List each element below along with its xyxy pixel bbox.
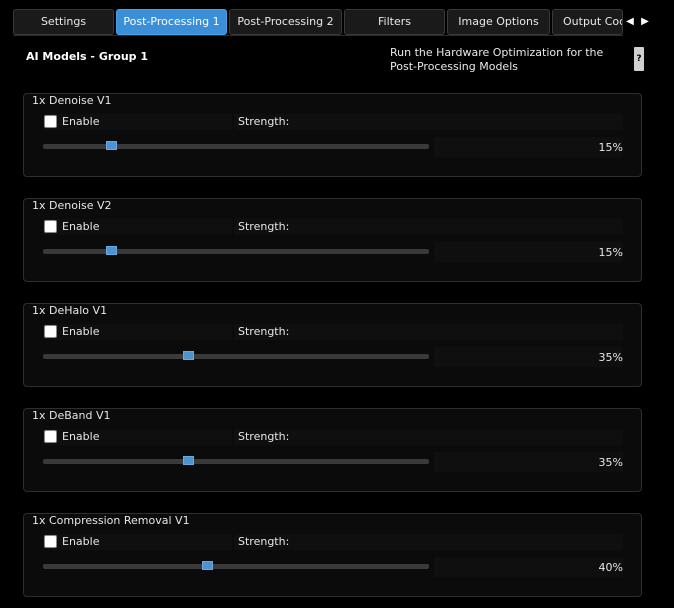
- model-panel: 1x DeBand V1 Enable Strength: 35%: [23, 408, 642, 492]
- strength-label: Strength:: [238, 325, 290, 338]
- strength-value-box: 40%: [434, 557, 623, 577]
- tab-post-processing-1[interactable]: Post-Processing 1: [116, 9, 227, 35]
- enable-checkbox[interactable]: [44, 220, 57, 233]
- slider-handle[interactable]: [106, 141, 117, 150]
- tab-settings[interactable]: Settings: [13, 9, 114, 35]
- enable-checkbox-row[interactable]: Enable: [43, 219, 232, 235]
- enable-label: Enable: [62, 325, 100, 338]
- tab-bar: Settings Post-Processing 1 Post-Processi…: [0, 0, 674, 40]
- strength-row: Strength:: [234, 114, 623, 130]
- group-title: AI Models - Group 1: [26, 50, 149, 63]
- tab-image-options[interactable]: Image Options: [447, 9, 550, 35]
- tab-output-codec[interactable]: Output Coc: [552, 9, 623, 35]
- enable-label: Enable: [62, 220, 100, 233]
- strength-row: Strength:: [234, 324, 623, 340]
- model-title: 1x Denoise V2: [32, 199, 112, 212]
- slider-track[interactable]: [43, 564, 429, 569]
- slider-track[interactable]: [43, 249, 429, 254]
- enable-checkbox[interactable]: [44, 535, 57, 548]
- enable-checkbox-row[interactable]: Enable: [43, 534, 232, 550]
- strength-slider[interactable]: [43, 137, 429, 155]
- strength-label: Strength:: [238, 535, 290, 548]
- hardware-optimization-note: Run the Hardware Optimization for the Po…: [390, 46, 604, 73]
- slider-handle[interactable]: [183, 351, 194, 360]
- slider-track[interactable]: [43, 144, 429, 149]
- model-panel: 1x Denoise V2 Enable Strength: 15%: [23, 198, 642, 282]
- strength-value: 35%: [598, 456, 623, 469]
- strength-label: Strength:: [238, 220, 290, 233]
- strength-value-box: 35%: [434, 452, 623, 472]
- strength-slider[interactable]: [43, 242, 429, 260]
- model-title: 1x DeHalo V1: [32, 304, 108, 317]
- strength-value: 15%: [598, 141, 623, 154]
- enable-checkbox-row[interactable]: Enable: [43, 114, 232, 130]
- strength-value: 35%: [598, 351, 623, 364]
- slider-track[interactable]: [43, 354, 429, 359]
- strength-label: Strength:: [238, 430, 290, 443]
- enable-label: Enable: [62, 115, 100, 128]
- tab-divider: [13, 35, 623, 36]
- strength-row: Strength:: [234, 219, 623, 235]
- model-panel: 1x Denoise V1 Enable Strength: 15%: [23, 93, 642, 177]
- strength-row: Strength:: [234, 429, 623, 445]
- enable-checkbox-row[interactable]: Enable: [43, 324, 232, 340]
- enable-checkbox[interactable]: [44, 115, 57, 128]
- strength-slider[interactable]: [43, 452, 429, 470]
- strength-value: 15%: [598, 246, 623, 259]
- strength-value: 40%: [598, 561, 623, 574]
- strength-value-box: 15%: [434, 137, 623, 157]
- strength-value-box: 15%: [434, 242, 623, 262]
- chevron-right-icon[interactable]: ▶: [637, 12, 653, 30]
- enable-checkbox-row[interactable]: Enable: [43, 429, 232, 445]
- model-title: 1x Compression Removal V1: [32, 514, 190, 527]
- enable-label: Enable: [62, 430, 100, 443]
- slider-track[interactable]: [43, 459, 429, 464]
- enable-checkbox[interactable]: [44, 325, 57, 338]
- model-panel: 1x DeHalo V1 Enable Strength: 35%: [23, 303, 642, 387]
- strength-slider[interactable]: [43, 557, 429, 575]
- strength-value-box: 35%: [434, 347, 623, 367]
- slider-handle[interactable]: [106, 246, 117, 255]
- help-button[interactable]: ?: [634, 47, 644, 71]
- enable-label: Enable: [62, 535, 100, 548]
- slider-handle[interactable]: [183, 456, 194, 465]
- strength-slider[interactable]: [43, 347, 429, 365]
- tab-filters[interactable]: Filters: [344, 9, 445, 35]
- strength-row: Strength:: [234, 534, 623, 550]
- tab-post-processing-2[interactable]: Post-Processing 2: [229, 9, 342, 35]
- model-title: 1x DeBand V1: [32, 409, 111, 422]
- enable-checkbox[interactable]: [44, 430, 57, 443]
- model-panel: 1x Compression Removal V1 Enable Strength:…: [23, 513, 642, 597]
- strength-label: Strength:: [238, 115, 290, 128]
- chevron-left-icon[interactable]: ◀: [622, 12, 638, 30]
- slider-handle[interactable]: [202, 561, 213, 570]
- model-title: 1x Denoise V1: [32, 94, 112, 107]
